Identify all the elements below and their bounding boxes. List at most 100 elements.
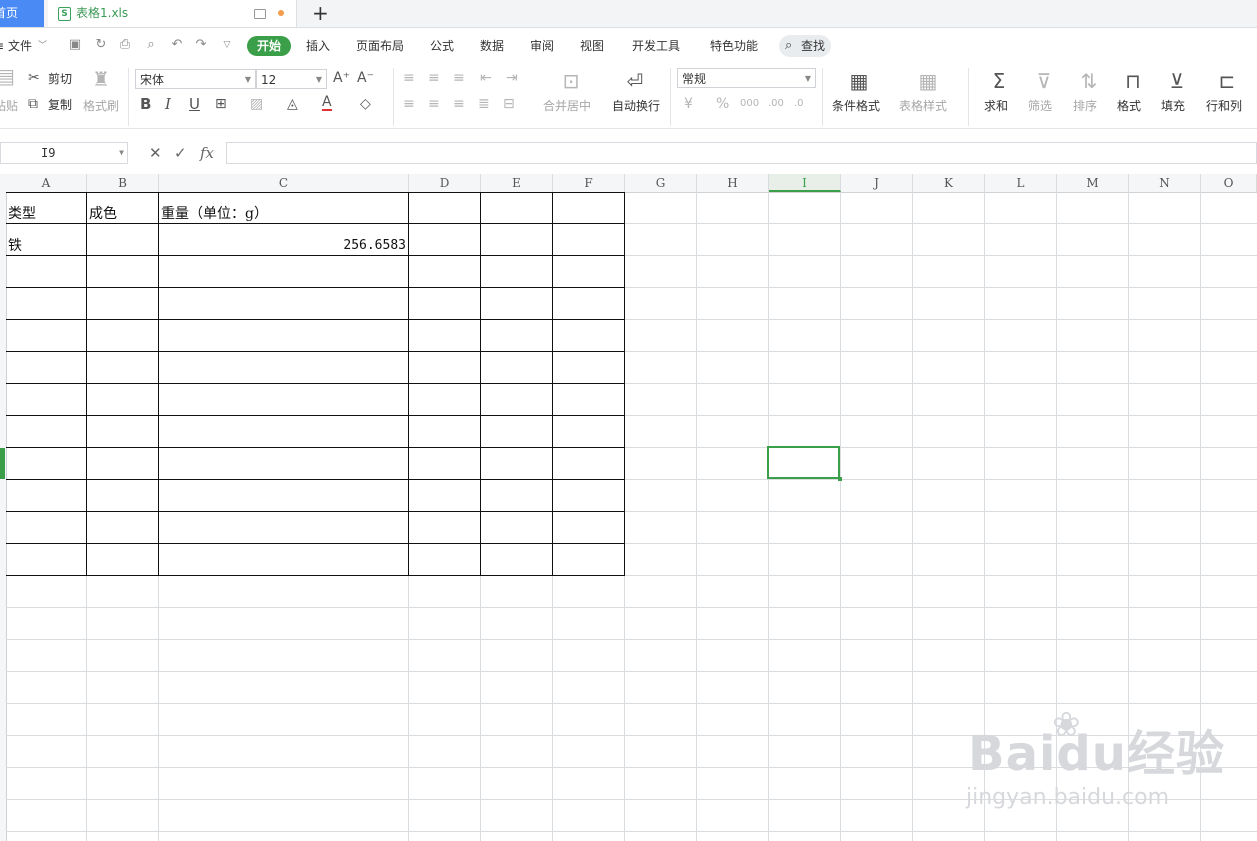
export-icon[interactable]: ↻ (94, 38, 108, 52)
redo-icon[interactable]: ↷ (194, 38, 208, 52)
tab-document[interactable]: S 表格1.xls (48, 0, 297, 27)
decrease-decimal-icon[interactable]: .0 (794, 96, 804, 112)
menu-file[interactable]: 文件 (8, 38, 32, 54)
currency-icon[interactable]: ¥ (684, 96, 693, 112)
justify-icon[interactable]: ≣ (478, 96, 490, 112)
column-header-h[interactable]: H (697, 174, 769, 192)
menu-tab-data[interactable]: 数据 (480, 38, 504, 54)
watermark-url: jingyan.baidu.com (966, 785, 1170, 810)
distribute-icon[interactable]: ⊟ (503, 96, 515, 112)
row-col-button[interactable]: 行和列 (1206, 98, 1242, 114)
cancel-icon[interactable]: ✕ (149, 144, 162, 162)
indent-increase-icon[interactable]: ⇥ (506, 70, 518, 86)
column-header-m[interactable]: M (1057, 174, 1129, 192)
sum-button[interactable]: 求和 (984, 98, 1008, 114)
column-header-o[interactable]: O (1201, 174, 1257, 192)
align-right-icon[interactable]: ≡ (453, 96, 465, 112)
font-name-select[interactable]: 宋体 ▼ (135, 69, 256, 89)
search-button[interactable]: ⌕ 查找 (779, 35, 831, 57)
filter-button[interactable]: 筛选 (1028, 98, 1052, 114)
spreadsheet-grid[interactable]: 类型 成色 重量（单位：g） 铁 256.6583 Baidu经验 ❀ jing… (6, 192, 1257, 841)
menu-tab-review[interactable]: 审阅 (530, 38, 554, 54)
cell-c2[interactable]: 256.6583 (161, 237, 406, 255)
column-header-f[interactable]: F (553, 174, 625, 192)
increase-decimal-icon[interactable]: .00 (768, 96, 784, 112)
menu-icon[interactable]: ≡ (0, 38, 4, 54)
increase-font-icon[interactable]: A⁺ (333, 70, 350, 86)
chevron-down-icon[interactable]: ﹀ (38, 38, 47, 54)
formula-input[interactable] (226, 142, 1257, 164)
sort-button[interactable]: 排序 (1073, 98, 1097, 114)
copy-button[interactable]: 复制 (48, 97, 72, 113)
column-header-e[interactable]: E (481, 174, 553, 192)
menu-tab-insert[interactable]: 插入 (306, 38, 330, 54)
menu-tab-special[interactable]: 特色功能 (710, 38, 758, 54)
column-header-c[interactable]: C (159, 174, 409, 192)
column-header-j[interactable]: J (841, 174, 913, 192)
fx-icon[interactable]: fx (200, 144, 214, 162)
wrap-text-button[interactable]: 自动换行 (612, 98, 660, 114)
border-icon[interactable]: ⊞ (215, 96, 227, 112)
underline-icon[interactable]: U (189, 96, 200, 112)
cell-style-icon[interactable]: ▨ (250, 96, 263, 112)
tab-home[interactable]: 首页 (0, 0, 44, 27)
number-format-select[interactable]: 常规 ▼ (677, 68, 816, 88)
cell-a1[interactable]: 类型 (8, 205, 36, 223)
table-style-button[interactable]: 表格样式 (899, 98, 947, 114)
add-tab-button[interactable]: + (312, 2, 329, 24)
align-middle-icon[interactable]: ≡ (428, 70, 440, 86)
cell-b1[interactable]: 成色 (89, 205, 117, 223)
table-border (6, 223, 625, 224)
name-box[interactable]: I9 ▼ (0, 142, 128, 164)
column-header-d[interactable]: D (409, 174, 481, 192)
menu-tab-page-layout[interactable]: 页面布局 (356, 38, 404, 54)
format-painter-icon: ♜ (92, 67, 110, 91)
format-button[interactable]: 格式 (1117, 98, 1141, 114)
conditional-format-button[interactable]: 条件格式 (832, 98, 880, 114)
merge-center-button[interactable]: 合并居中 (543, 98, 591, 114)
menu-tab-developer[interactable]: 开发工具 (632, 38, 680, 54)
column-header-n[interactable]: N (1129, 174, 1201, 192)
fill-button[interactable]: 填充 (1161, 98, 1185, 114)
decrease-font-icon[interactable]: A⁻ (357, 70, 374, 86)
bold-icon[interactable]: B (140, 96, 151, 112)
column-header-l[interactable]: L (985, 174, 1057, 192)
paste-label[interactable]: 粘贴 (0, 98, 18, 114)
gridline (6, 831, 1257, 832)
align-left-icon[interactable]: ≡ (403, 96, 415, 112)
confirm-icon[interactable]: ✓ (174, 144, 187, 162)
align-top-icon[interactable]: ≡ (403, 70, 415, 86)
indent-decrease-icon[interactable]: ⇤ (480, 70, 492, 86)
font-color-icon[interactable]: A (322, 95, 332, 111)
undo-icon[interactable]: ↶ (170, 38, 184, 52)
fill-handle[interactable] (838, 477, 842, 481)
align-bottom-icon[interactable]: ≡ (453, 70, 465, 86)
column-header-b[interactable]: B (87, 174, 159, 192)
percent-icon[interactable]: % (716, 96, 729, 112)
format-painter-button[interactable]: 格式刷 (83, 98, 119, 114)
paste-icon[interactable]: ▤ (0, 66, 15, 86)
print-icon[interactable]: ⎙ (118, 38, 132, 52)
cut-button[interactable]: 剪切 (48, 71, 72, 87)
cell-a2[interactable]: 铁 (8, 237, 22, 255)
cell-c1[interactable]: 重量（单位：g） (161, 205, 268, 223)
column-header-k[interactable]: K (913, 174, 985, 192)
clear-icon[interactable]: ◇ (360, 96, 371, 112)
selected-cell[interactable] (767, 446, 842, 481)
print-preview-icon[interactable]: ⌕ (144, 38, 158, 52)
quick-access-more-icon[interactable]: ▽ (220, 38, 234, 52)
column-header-a[interactable]: A (6, 174, 87, 192)
monitor-icon[interactable] (254, 9, 266, 19)
menu-tab-start[interactable]: 开始 (247, 36, 292, 56)
italic-icon[interactable]: I (165, 96, 171, 112)
thousands-icon[interactable]: 000 (740, 96, 759, 112)
column-header-i[interactable]: I (769, 174, 841, 192)
save-icon[interactable]: ▣ (68, 38, 82, 52)
font-size-select[interactable]: 12 ▼ (256, 69, 327, 89)
menu-tab-formulas[interactable]: 公式 (430, 38, 454, 54)
align-center-icon[interactable]: ≡ (428, 96, 440, 112)
menu-tab-view[interactable]: 视图 (580, 38, 604, 54)
table-border (6, 383, 625, 384)
fill-color-icon[interactable]: ◬ (287, 96, 298, 112)
column-header-g[interactable]: G (625, 174, 697, 192)
